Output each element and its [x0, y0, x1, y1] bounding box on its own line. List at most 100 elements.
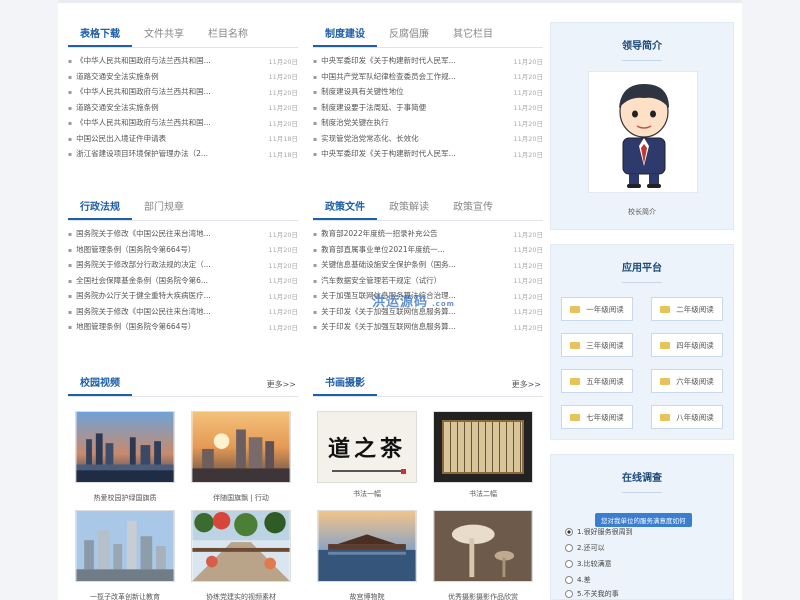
video-caption: 热爱校园护绿国旗质: [93, 494, 157, 502]
survey-option[interactable]: 2.还可以: [565, 543, 605, 553]
art-card[interactable]: 书法二幅: [433, 411, 533, 499]
grade5-reading-button[interactable]: 五年级阅读: [561, 369, 633, 393]
city-night-image: [75, 411, 175, 483]
radio-checked-icon[interactable]: [565, 528, 573, 536]
list-item[interactable]: 《中华人民共和国政府与法兰西共和国...11月20日: [68, 53, 298, 69]
folder-icon: [660, 377, 671, 385]
news-list: 《中华人民共和国政府与法兰西共和国...11月20日 道路交通安全法实施条例11…: [68, 53, 298, 162]
list-item[interactable]: 道路交通安全法实施条例11月20日: [68, 100, 298, 116]
list-item[interactable]: 制度治党关键在执行11月20日: [313, 115, 543, 131]
tab-policy-interpret[interactable]: 政策解读: [377, 195, 441, 220]
grade4-reading-button[interactable]: 四年级阅读: [651, 333, 723, 357]
section-art-photo: 书画摄影 更多>>: [313, 371, 543, 397]
grade1-reading-button[interactable]: 一年级阅读: [561, 297, 633, 321]
radio-icon[interactable]: [565, 576, 573, 584]
survey-option[interactable]: 4.差: [565, 575, 591, 585]
survey-title: 在线调查: [551, 469, 733, 493]
tab-other[interactable]: 其它栏目: [441, 22, 505, 47]
list-item[interactable]: 中央军委印发《关于构建新时代人民军...11月20日: [313, 146, 543, 162]
panel-regulations: 行政法规 部门规章 国务院关于修改《中国公民往来台湾地...11月20日 地图管…: [68, 195, 298, 335]
scroll-calligraphy-image: [433, 411, 533, 483]
art-caption: 故宫博物院: [349, 593, 385, 600]
section-title: 校园视频: [68, 371, 132, 396]
platform-title: 应用平台: [551, 259, 733, 283]
list-item[interactable]: 教育部2022年度统一招录补充公告11月20日: [313, 226, 543, 242]
list-item[interactable]: 国务院关于修改《中国公民往来台湾地...11月20日: [68, 226, 298, 242]
list-item[interactable]: 国务院关于修改《中国公民往来台湾地...11月20日: [68, 304, 298, 320]
list-item[interactable]: 汽车数据安全管理若干规定（试行）11月20日: [313, 273, 543, 289]
tab-column-name[interactable]: 栏目名称: [196, 22, 260, 47]
leader-photo[interactable]: [588, 71, 698, 193]
video-card[interactable]: 一揽子改革创新让教育: [75, 510, 175, 600]
radio-icon[interactable]: [565, 590, 573, 598]
tab-policy-docs[interactable]: 政策文件: [313, 195, 377, 220]
video-card[interactable]: 伴随国旗飘 | 行动: [191, 411, 291, 503]
list-item[interactable]: 地图管理条例（国务院令第664号）11月20日: [68, 319, 298, 335]
folder-icon: [660, 341, 671, 349]
grade8-reading-button[interactable]: 八年级阅读: [651, 405, 723, 429]
folder-icon: [570, 305, 581, 313]
grade6-reading-button[interactable]: 六年级阅读: [651, 369, 723, 393]
list-item[interactable]: 道路交通安全法实施条例11月20日: [68, 69, 298, 85]
leader-box: 领导简介 校长简介: [550, 22, 734, 230]
video-card[interactable]: 热爱校园护绿国旗质: [75, 411, 175, 503]
list-item[interactable]: 关键信息基础设施安全保护条例（国务...11月20日: [313, 257, 543, 273]
list-item[interactable]: 中国公民出入境证件申请表11月18日: [68, 131, 298, 147]
news-list: 国务院关于修改《中国公民往来台湾地...11月20日 地图管理条例（国务院令第6…: [68, 226, 298, 335]
video-caption: 协练党建实的视频素材: [206, 593, 276, 600]
radio-icon[interactable]: [565, 544, 573, 552]
tab-forms-download[interactable]: 表格下载: [68, 22, 132, 47]
news-list: 教育部2022年度统一招录补充公告11月20日 教育部直属事业单位2021年度统…: [313, 226, 543, 335]
art-card[interactable]: 优秀摄影摄影作品欣赏: [433, 510, 533, 600]
list-item[interactable]: 实现管党治党常态化、长效化11月20日: [313, 131, 543, 147]
list-item[interactable]: 中国共产党军队纪律检查委员会工作规...11月20日: [313, 69, 543, 85]
calligraphy-image: 道之茶: [317, 411, 417, 483]
tab-bar: 制度建设 反腐倡廉 其它栏目: [313, 22, 543, 48]
panel-downloads: 表格下载 文件共享 栏目名称 《中华人民共和国政府与法兰西共和国...11月20…: [68, 22, 298, 162]
list-item[interactable]: 《中华人民共和国政府与法兰西共和国...11月20日: [68, 84, 298, 100]
tab-dept-rules[interactable]: 部门规章: [132, 195, 196, 220]
list-item[interactable]: 制度建设要于法周延、于事简便11月20日: [313, 100, 543, 116]
list-item[interactable]: 关于印发《关于加强互联网信息服务算...11月20日: [313, 319, 543, 335]
grade3-reading-button[interactable]: 三年级阅读: [561, 333, 633, 357]
list-item[interactable]: 国务院关于修改部分行政法规的决定（...11月20日: [68, 257, 298, 273]
news-list: 中央军委印发《关于构建新时代人民军...11月20日 中国共产党军队纪律检查委员…: [313, 53, 543, 162]
list-item[interactable]: 制度建设具有关键性地位11月20日: [313, 84, 543, 100]
folder-icon: [570, 341, 581, 349]
tab-system-building[interactable]: 制度建设: [313, 22, 377, 47]
art-caption: 书法二幅: [469, 490, 497, 498]
survey-option[interactable]: 1.很好服务很周到: [565, 527, 633, 537]
survey-option[interactable]: 3.比较满意: [565, 559, 612, 569]
more-link[interactable]: 更多>>: [267, 379, 296, 390]
more-link[interactable]: 更多>>: [512, 379, 541, 390]
tab-policy-promo[interactable]: 政策宣传: [441, 195, 505, 220]
panel-policy: 政策文件 政策解读 政策宣传 教育部2022年度统一招录补充公告11月20日 教…: [313, 195, 543, 335]
section-header: 校园视频 更多>>: [68, 371, 298, 397]
tab-anti-corruption[interactable]: 反腐倡廉: [377, 22, 441, 47]
list-item[interactable]: 中央军委印发《关于构建新时代人民军...11月20日: [313, 53, 543, 69]
folder-icon: [570, 413, 581, 421]
list-item[interactable]: 教育部直属事业单位2021年度统一...11月20日: [313, 242, 543, 258]
art-card[interactable]: 故宫博物院: [317, 510, 417, 600]
tab-admin-regulations[interactable]: 行政法规: [68, 195, 132, 220]
grade7-reading-button[interactable]: 七年级阅读: [561, 405, 633, 429]
tab-bar: 行政法规 部门规章: [68, 195, 298, 221]
mushroom-photo-image: [433, 510, 533, 582]
list-item[interactable]: 国务院办公厅关于健全重特大疾病医疗...11月20日: [68, 288, 298, 304]
tab-file-share[interactable]: 文件共享: [132, 22, 196, 47]
art-card[interactable]: 道之茶 书法一幅: [317, 411, 417, 499]
panel-system: 制度建设 反腐倡廉 其它栏目 中央军委印发《关于构建新时代人民军...11月20…: [313, 22, 543, 162]
list-item[interactable]: 《中华人民共和国政府与法兰西共和国...11月20日: [68, 115, 298, 131]
grade2-reading-button[interactable]: 二年级阅读: [651, 297, 723, 321]
radio-icon[interactable]: [565, 560, 573, 568]
video-card[interactable]: 协练党建实的视频素材: [191, 510, 291, 600]
list-item[interactable]: 全国社会保障基金条例（国务院令第6...11月20日: [68, 273, 298, 289]
list-item[interactable]: 地图管理条例（国务院令第664号）11月20日: [68, 242, 298, 258]
survey-option[interactable]: 5.不关我的事: [565, 589, 619, 599]
section-header: 书画摄影 更多>>: [313, 371, 543, 397]
art-caption: 书法一幅: [353, 490, 381, 498]
list-item[interactable]: 浙江省建设项目环境保护管理办法（2...11月18日: [68, 146, 298, 162]
tab-bar: 政策文件 政策解读 政策宣传: [313, 195, 543, 221]
section-title: 书画摄影: [313, 371, 377, 396]
video-caption: 一揽子改革创新让教育: [90, 593, 160, 600]
